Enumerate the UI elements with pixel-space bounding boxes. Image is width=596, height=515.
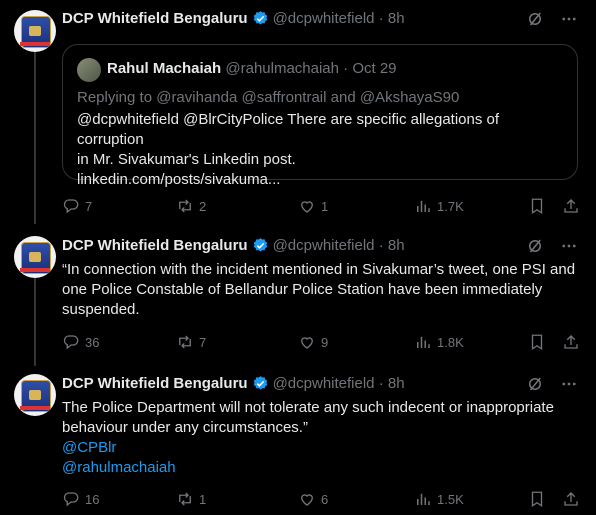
repost-count: 1 xyxy=(199,491,207,507)
tweet-actions: 16 1 6 1.5K xyxy=(62,489,582,509)
more-icon[interactable] xyxy=(560,375,578,393)
timestamp[interactable]: · 8h xyxy=(379,237,405,254)
mention-link[interactable]: @CPBlr xyxy=(62,438,577,458)
view-count: 1.5K xyxy=(437,491,464,507)
bookmark-button[interactable] xyxy=(528,489,546,509)
tweet-line: suspended. xyxy=(62,301,140,318)
author-handle[interactable]: @dcpwhitefield xyxy=(273,375,375,392)
grok-icon[interactable] xyxy=(526,10,544,28)
more-icon[interactable] xyxy=(560,10,578,28)
like-button[interactable]: 1 xyxy=(298,196,328,216)
share-icon xyxy=(564,199,578,213)
tweet[interactable]: DCP Whitefield Bengaluru @dcpwhitefield … xyxy=(0,363,596,515)
tweet-line: The Police Department will not tolerate … xyxy=(62,399,554,416)
view-count: 1.8K xyxy=(437,334,464,350)
avatar[interactable] xyxy=(14,10,56,52)
verified-badge-icon xyxy=(253,238,267,252)
like-button[interactable]: 6 xyxy=(298,489,328,509)
repost-icon xyxy=(179,335,191,349)
avatar[interactable] xyxy=(14,374,56,416)
quote-link: linkedin.com/posts/sivakuma... xyxy=(77,171,281,188)
quote-text: @dcpwhitefield @BlrCityPolice There are … xyxy=(77,110,567,190)
views-icon xyxy=(417,493,430,505)
quote-author-name: Rahul Machaiah xyxy=(107,60,222,77)
quote-header: Rahul Machaiah @rahulmachaiah · Oct 29 xyxy=(107,60,397,77)
views-icon xyxy=(417,336,430,348)
tweet-line: “In connection with the incident mention… xyxy=(62,261,576,278)
tweet-actions: 36 7 9 1.8K xyxy=(62,332,582,352)
replying-to: Replying to @ravihanda @saffrontrail and… xyxy=(77,89,460,106)
tweet-text: The Police Department will not tolerate … xyxy=(62,398,577,478)
quote-avatar xyxy=(77,58,101,82)
tweet-actions: 7 2 1 1.7K xyxy=(62,196,582,216)
views-button[interactable]: 1.5K xyxy=(414,489,464,509)
share-button[interactable] xyxy=(562,489,580,509)
reply-icon xyxy=(63,335,79,350)
repost-icon xyxy=(179,492,191,506)
quote-timestamp: · Oct 29 xyxy=(343,60,397,77)
share-button[interactable] xyxy=(562,332,580,352)
tweet-line: one Police Constable of Bellandur Police… xyxy=(62,281,543,298)
like-icon xyxy=(301,201,313,213)
quote-line: in Mr. Sivakumar's Linkedin post. xyxy=(77,151,296,168)
repost-icon xyxy=(179,199,191,213)
bookmark-button[interactable] xyxy=(528,332,546,352)
author-handle[interactable]: @dcpwhitefield xyxy=(273,237,375,254)
reply-count: 36 xyxy=(85,334,100,350)
timestamp[interactable]: · 8h xyxy=(379,375,405,392)
verified-badge-icon xyxy=(253,376,267,390)
like-count: 9 xyxy=(321,334,329,350)
like-button[interactable]: 9 xyxy=(298,332,328,352)
tweet-header: DCP Whitefield Bengaluru @dcpwhitefield … xyxy=(62,237,405,254)
bookmark-button[interactable] xyxy=(528,196,546,216)
views-button[interactable]: 1.7K xyxy=(414,196,464,216)
reply-icon xyxy=(63,492,79,507)
reply-button[interactable]: 16 xyxy=(62,489,99,509)
view-count: 1.7K xyxy=(437,198,464,214)
reply-button[interactable]: 7 xyxy=(62,196,92,216)
like-icon xyxy=(301,337,313,349)
avatar[interactable] xyxy=(14,236,56,278)
tweet-header: DCP Whitefield Bengaluru @dcpwhitefield … xyxy=(62,10,405,27)
repost-button[interactable]: 2 xyxy=(176,196,206,216)
repost-count: 2 xyxy=(199,198,207,214)
bookmark-icon xyxy=(531,334,543,351)
views-icon xyxy=(417,200,430,212)
like-icon xyxy=(301,494,313,506)
grok-icon[interactable] xyxy=(526,237,544,255)
share-button[interactable] xyxy=(562,196,580,216)
tweet-line: behaviour under any circumstances.” xyxy=(62,419,308,436)
repost-button[interactable]: 1 xyxy=(176,489,206,509)
author-name[interactable]: DCP Whitefield Bengaluru xyxy=(62,237,248,254)
author-name[interactable]: DCP Whitefield Bengaluru xyxy=(62,375,248,392)
tweet[interactable]: DCP Whitefield Bengaluru @dcpwhitefield … xyxy=(0,225,596,363)
quote-line: @dcpwhitefield @BlrCityPolice There are … xyxy=(77,111,500,148)
like-count: 1 xyxy=(321,198,329,214)
author-handle[interactable]: @dcpwhitefield xyxy=(273,10,375,27)
mention-link[interactable]: @rahulmachaiah xyxy=(62,458,577,478)
more-icon[interactable] xyxy=(560,237,578,255)
share-icon xyxy=(564,492,578,506)
reply-count: 16 xyxy=(85,491,100,507)
verified-badge-icon xyxy=(253,11,267,25)
timestamp[interactable]: · 8h xyxy=(379,10,405,27)
bookmark-icon xyxy=(531,198,543,215)
tweet-header: DCP Whitefield Bengaluru @dcpwhitefield … xyxy=(62,375,405,392)
tweet[interactable]: DCP Whitefield Bengaluru @dcpwhitefield … xyxy=(0,0,596,225)
repost-button[interactable]: 7 xyxy=(176,332,206,352)
reply-count: 7 xyxy=(85,198,93,214)
share-icon xyxy=(564,335,578,349)
tweet-text: “In connection with the incident mention… xyxy=(62,260,577,320)
quoted-tweet[interactable]: Rahul Machaiah @rahulmachaiah · Oct 29 R… xyxy=(62,44,578,188)
reply-button[interactable]: 36 xyxy=(62,332,99,352)
reply-icon xyxy=(63,199,79,214)
like-count: 6 xyxy=(321,491,329,507)
grok-icon[interactable] xyxy=(526,375,544,393)
repost-count: 7 xyxy=(199,334,207,350)
views-button[interactable]: 1.8K xyxy=(414,332,464,352)
quote-author-handle: @rahulmachaiah xyxy=(225,60,339,77)
bookmark-icon xyxy=(531,491,543,508)
author-name[interactable]: DCP Whitefield Bengaluru xyxy=(62,10,248,27)
